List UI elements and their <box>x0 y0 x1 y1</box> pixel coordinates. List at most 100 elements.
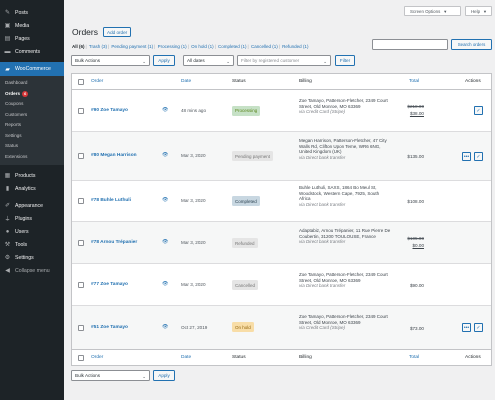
row-checkbox[interactable] <box>78 198 84 204</box>
order-total: $108.00 <box>407 199 424 204</box>
complete-order-button[interactable]: ✓ <box>474 106 483 115</box>
order-link[interactable]: #51 Zoe Tamayo <box>91 325 128 330</box>
order-link[interactable]: #78 Arnou Trépanier <box>91 240 137 245</box>
caret-down-icon: ▼ <box>443 8 448 14</box>
filter-onhold[interactable]: On hold (1) <box>191 44 214 49</box>
filter-refunded[interactable]: Refunded (1) <box>282 44 308 49</box>
customer-filter-input[interactable]: Filter by registered customer ⌄ <box>237 55 331 66</box>
menu-woocommerce[interactable]: ▰ WooCommerce <box>0 62 64 76</box>
search-orders-button[interactable]: Search orders <box>451 39 492 50</box>
collapse-menu[interactable]: ◀ Collapse menu <box>0 264 64 277</box>
complete-order-button[interactable]: ✓ <box>474 323 483 332</box>
preview-eye-icon[interactable]: 👁 <box>162 197 168 203</box>
filter-button[interactable]: Filter <box>335 55 355 66</box>
filter-cancelled[interactable]: Cancelled (1) <box>251 44 278 49</box>
more-icon: ••• <box>463 324 470 331</box>
menu-plugins[interactable]: ⏚ Plugins <box>0 212 64 225</box>
filter-pending[interactable]: Pending payment (1) <box>111 44 153 49</box>
table-row[interactable]: #51 Zoe Tamayo 👁 Oct 27, 2019 On hold Zo… <box>72 306 491 349</box>
preview-eye-icon[interactable]: 👁 <box>162 107 168 113</box>
menu-tools[interactable]: ⚒ Tools <box>0 238 64 251</box>
table-footer: Order Date Status Billing Total Actions <box>72 349 491 365</box>
billing-address: Megan Harrison, Patterson-Fletcher, 47 C… <box>299 138 387 160</box>
apply-button[interactable]: Apply <box>153 55 175 66</box>
select-all-checkbox[interactable] <box>78 79 84 85</box>
table-row[interactable]: #78 Arnou Trépanier 👁 Mar 3, 2020 Refund… <box>72 222 491 264</box>
submenu-orders[interactable]: Orders 6 <box>0 89 64 100</box>
page-title: Orders <box>72 27 98 37</box>
help-button[interactable]: Help ▼ <box>465 6 492 16</box>
woocommerce-icon: ▰ <box>5 66 10 73</box>
media-icon: ▣ <box>4 23 11 29</box>
bulk-actions-select-bottom[interactable]: Bulk Actions ⌄ <box>71 370 150 381</box>
column-date[interactable]: Date <box>181 79 191 84</box>
collapse-icon: ◀ <box>5 268 10 274</box>
caret-down-icon: ▼ <box>483 8 487 14</box>
filter-all[interactable]: All (6) <box>72 44 85 49</box>
table-row[interactable]: #78 Buhle Luthuli 👁 Mar 3, 2020 Complete… <box>72 181 491 222</box>
menu-products[interactable]: ▦ Products <box>0 169 64 182</box>
date-filter-select[interactable]: All dates ⌄ <box>183 55 234 66</box>
order-date: Mar 3, 2020 <box>181 240 206 245</box>
menu-users[interactable]: ● Users <box>0 225 64 238</box>
status-badge: Cancelled <box>232 280 259 290</box>
column-order[interactable]: Order <box>91 79 103 84</box>
submenu-settings[interactable]: Settings <box>0 131 64 142</box>
column-order[interactable]: Order <box>91 355 103 360</box>
screen-options-button[interactable]: Screen Options ▼ <box>404 6 461 16</box>
table-row[interactable]: #90 Zoe Tamayo 👁 48 mins ago Processing … <box>72 90 491 132</box>
preview-eye-icon[interactable]: 👁 <box>162 281 168 287</box>
order-link[interactable]: #80 Megan Harrison <box>91 153 137 158</box>
submenu-status[interactable]: Status <box>0 141 64 152</box>
plugin-icon: ⏚ <box>4 217 11 223</box>
column-date[interactable]: Date <box>181 355 191 360</box>
table-row[interactable]: #77 Zoe Tamayo 👁 Mar 3, 2020 Cancelled Z… <box>72 264 491 306</box>
chevron-down-icon: ⌄ <box>142 373 146 379</box>
column-status: Status <box>232 355 246 360</box>
preview-eye-icon[interactable]: 👁 <box>162 239 168 245</box>
order-link[interactable]: #77 Zoe Tamayo <box>91 282 128 287</box>
submenu-extensions[interactable]: Extensions <box>0 152 64 163</box>
complete-order-button[interactable]: ✓ <box>474 152 483 161</box>
submenu-dashboard[interactable]: Dashboard <box>0 78 64 89</box>
row-checkbox[interactable] <box>78 108 84 114</box>
row-checkbox[interactable] <box>78 282 84 288</box>
select-all-checkbox[interactable] <box>78 355 84 361</box>
filter-processing[interactable]: Processing (1) <box>158 44 187 49</box>
settings-icon: ⚙ <box>4 255 11 261</box>
row-checkbox[interactable] <box>78 325 84 331</box>
filter-trash[interactable]: Trash (3) <box>89 44 107 49</box>
column-billing: Billing <box>299 355 312 360</box>
preview-eye-icon[interactable]: 👁 <box>162 152 168 158</box>
add-order-button[interactable]: Add order <box>103 27 132 37</box>
menu-settings[interactable]: ⚙ Settings <box>0 251 64 264</box>
order-date: Oct 27, 2019 <box>181 325 208 330</box>
submenu-coupons[interactable]: Coupons <box>0 99 64 110</box>
order-link[interactable]: #90 Zoe Tamayo <box>91 108 128 113</box>
menu-analytics[interactable]: ▮ Analytics <box>0 182 64 195</box>
menu-comments[interactable]: ▬ Comments <box>0 45 64 58</box>
column-total[interactable]: Total <box>409 355 419 360</box>
billing-address: Zoe Tamayo, Patterson-Fletcher, 2349 Cou… <box>299 98 388 115</box>
row-checkbox[interactable] <box>78 240 84 246</box>
submenu-customers[interactable]: Customers <box>0 110 64 121</box>
submenu-reports[interactable]: Reports <box>0 120 64 131</box>
products-icon: ▦ <box>4 173 11 179</box>
order-total: $73.00 <box>409 326 424 331</box>
filter-completed[interactable]: Completed (1) <box>218 44 247 49</box>
menu-posts[interactable]: ✎ Posts <box>0 6 64 19</box>
bulk-actions-select[interactable]: Bulk Actions ⌄ <box>71 55 150 66</box>
menu-pages[interactable]: ▤ Pages <box>0 32 64 45</box>
processing-button[interactable]: ••• <box>462 152 471 161</box>
processing-button[interactable]: ••• <box>462 323 471 332</box>
row-checkbox[interactable] <box>78 153 84 159</box>
billing-address: Adaptabiz, Arnou Trépanier, 11 Rue Pierr… <box>299 228 391 245</box>
order-link[interactable]: #78 Buhle Luthuli <box>91 198 131 203</box>
menu-media[interactable]: ▣ Media <box>0 19 64 32</box>
column-total[interactable]: Total <box>409 79 419 84</box>
menu-appearance[interactable]: ✐ Appearance <box>0 199 64 212</box>
search-input[interactable] <box>372 39 448 50</box>
table-row[interactable]: #80 Megan Harrison 👁 Mar 3, 2020 Pending… <box>72 132 491 181</box>
apply-button-bottom[interactable]: Apply <box>153 370 175 381</box>
preview-eye-icon[interactable]: 👁 <box>162 324 168 330</box>
